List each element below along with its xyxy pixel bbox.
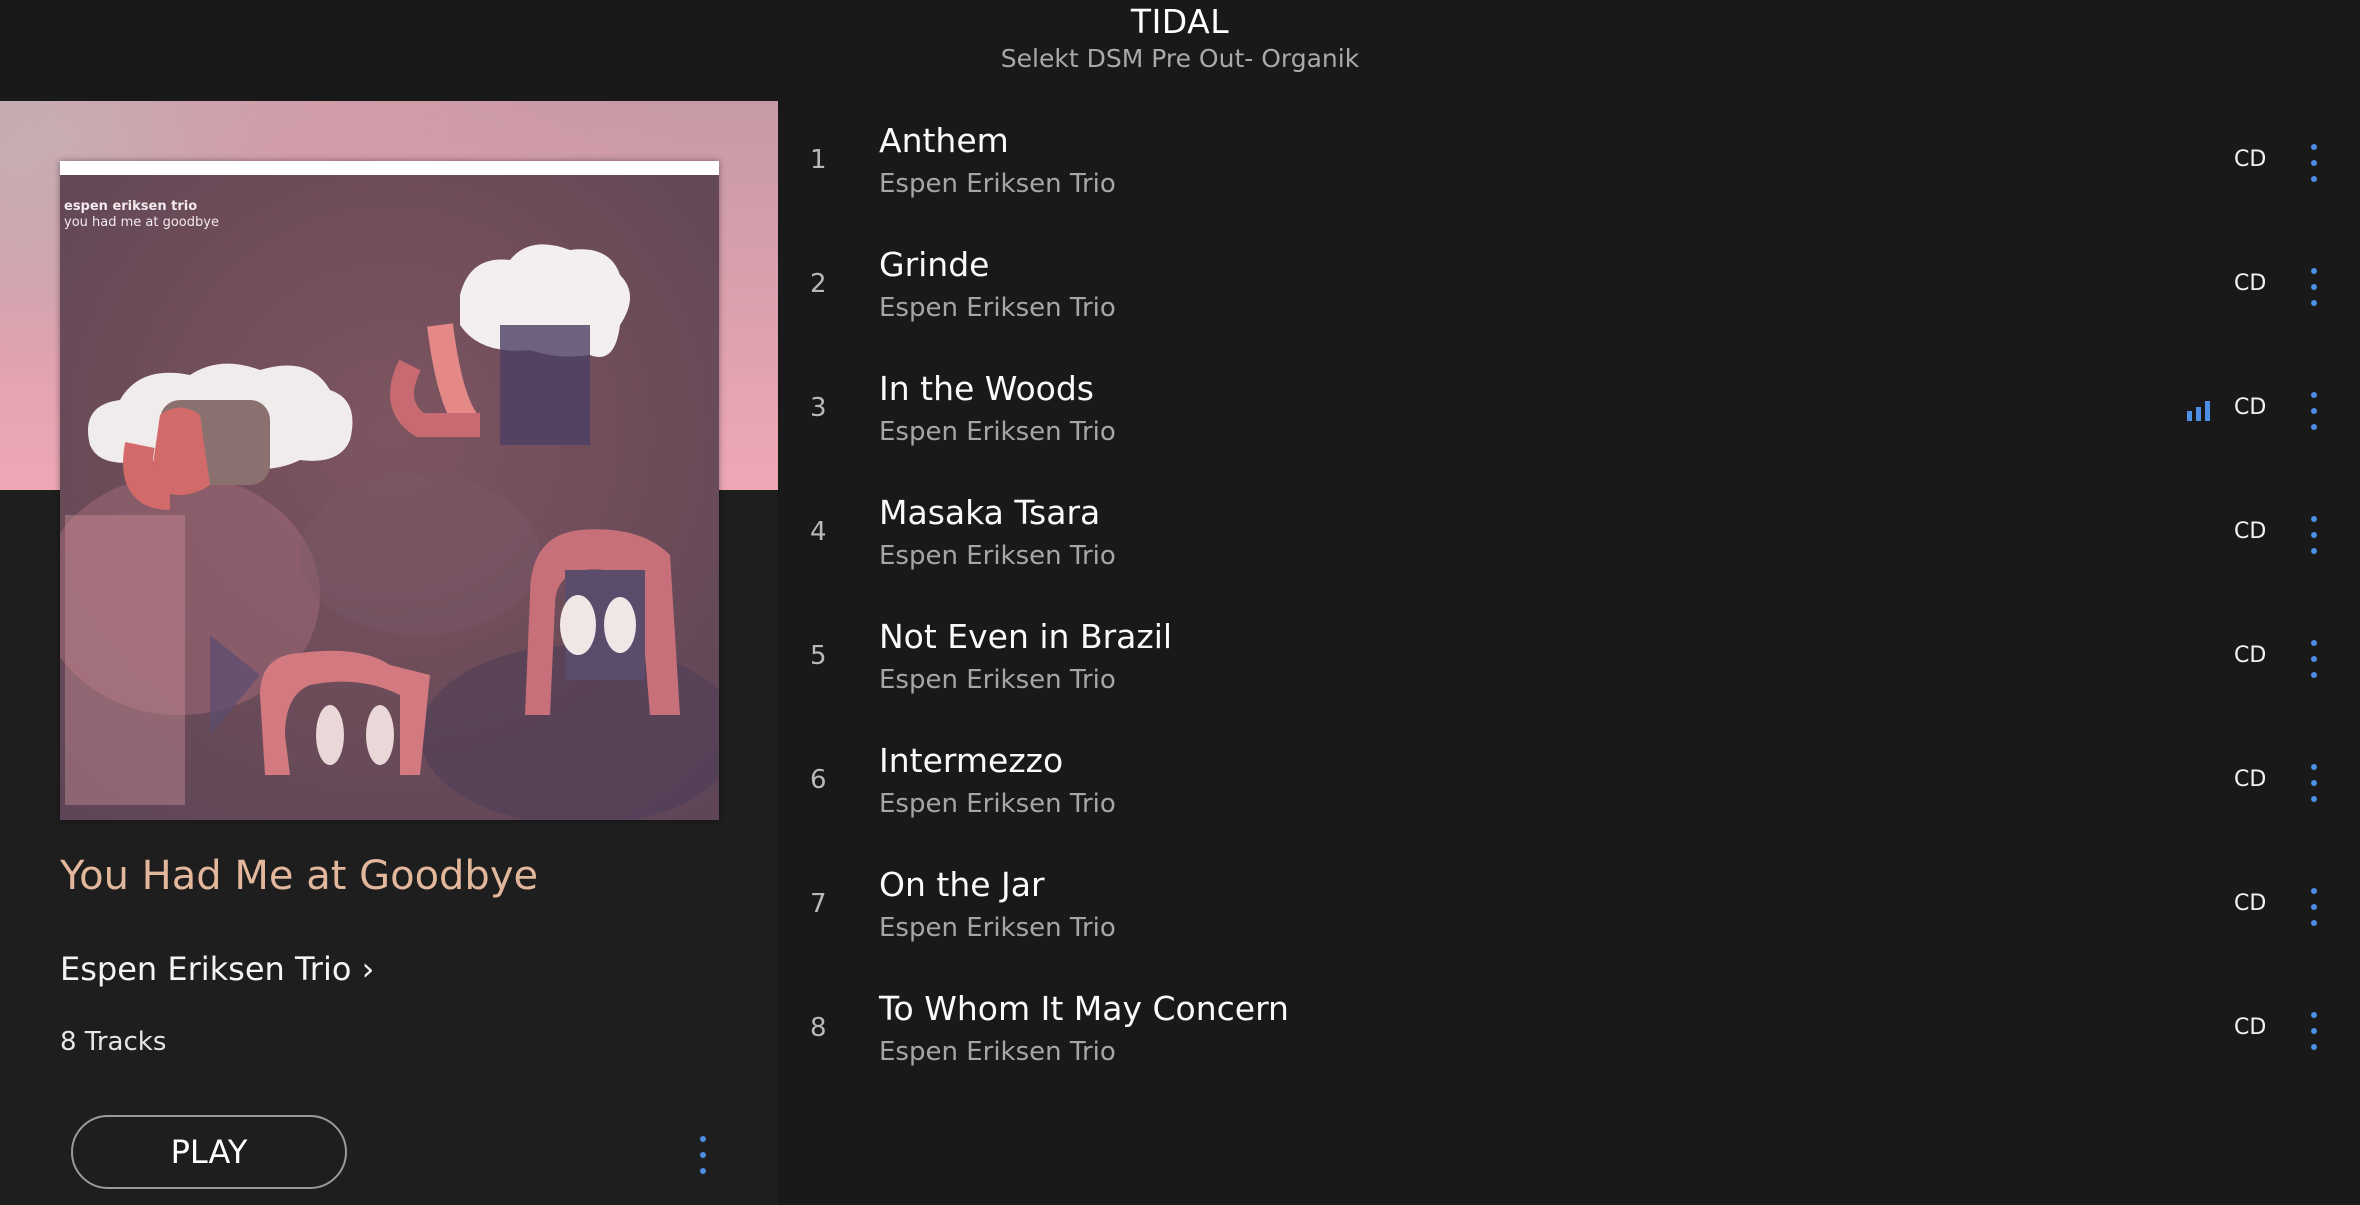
track-artist: Espen Eriksen Trio: [879, 1037, 1116, 1067]
track-title: Masaka Tsara: [879, 493, 1101, 532]
album-more-options-icon[interactable]: [695, 1133, 711, 1177]
track-title: Not Even in Brazil: [879, 617, 1173, 656]
track-row[interactable]: 7 On the Jar Espen Eriksen Trio CD: [778, 845, 2360, 969]
track-artist: Espen Eriksen Trio: [879, 417, 1116, 447]
quality-badge: CD: [2234, 767, 2267, 792]
track-number: 4: [810, 517, 827, 547]
album-panel: espen eriksen trio you had me at goodbye…: [0, 101, 778, 1205]
track-artist: Espen Eriksen Trio: [879, 541, 1116, 571]
album-title: You Had Me at Goodbye: [60, 853, 539, 899]
track-title: Anthem: [879, 121, 1009, 160]
track-more-options-icon[interactable]: [2306, 637, 2322, 681]
track-number: 5: [810, 641, 827, 671]
track-artist: Espen Eriksen Trio: [879, 913, 1116, 943]
track-number: 2: [810, 269, 827, 299]
track-more-options-icon[interactable]: [2306, 141, 2322, 185]
track-row[interactable]: 1 Anthem Espen Eriksen Trio CD: [778, 101, 2360, 225]
quality-badge: CD: [2234, 519, 2267, 544]
track-more-options-icon[interactable]: [2306, 265, 2322, 309]
track-more-options-icon[interactable]: [2306, 389, 2322, 433]
cover-artist-text: espen eriksen trio: [64, 199, 198, 214]
now-playing-equalizer-icon: [2187, 401, 2211, 421]
track-title: On the Jar: [879, 865, 1045, 904]
track-row[interactable]: 3 In the Woods Espen Eriksen Trio CD: [778, 349, 2360, 473]
track-number: 7: [810, 889, 827, 919]
track-list: 1 Anthem Espen Eriksen Trio CD 2 Grinde …: [778, 101, 2360, 1205]
track-number: 8: [810, 1013, 827, 1043]
output-device-name[interactable]: Selekt DSM Pre Out- Organik: [0, 44, 2360, 73]
track-number: 1: [810, 145, 827, 175]
track-artist: Espen Eriksen Trio: [879, 169, 1116, 199]
track-more-options-icon[interactable]: [2306, 885, 2322, 929]
track-artist: Espen Eriksen Trio: [879, 789, 1116, 819]
track-row[interactable]: 8 To Whom It May Concern Espen Eriksen T…: [778, 969, 2360, 1093]
quality-badge: CD: [2234, 147, 2267, 172]
track-row[interactable]: 6 Intermezzo Espen Eriksen Trio CD: [778, 721, 2360, 845]
track-title: Intermezzo: [879, 741, 1064, 780]
cover-painting: [60, 175, 719, 820]
track-more-options-icon[interactable]: [2306, 513, 2322, 557]
album-cover-art[interactable]: espen eriksen trio you had me at goodbye: [60, 161, 719, 820]
track-row[interactable]: 5 Not Even in Brazil Espen Eriksen Trio …: [778, 597, 2360, 721]
top-bar: TIDAL Selekt DSM Pre Out- Organik: [0, 0, 2360, 101]
quality-badge: CD: [2234, 1015, 2267, 1040]
track-number: 6: [810, 765, 827, 795]
cover-album-text: you had me at goodbye: [64, 215, 219, 230]
quality-badge: CD: [2234, 643, 2267, 668]
track-title: Grinde: [879, 245, 990, 284]
track-number: 3: [810, 393, 827, 423]
quality-badge: CD: [2234, 891, 2267, 916]
track-row[interactable]: 2 Grinde Espen Eriksen Trio CD: [778, 225, 2360, 349]
track-artist: Espen Eriksen Trio: [879, 293, 1116, 323]
service-title: TIDAL: [1130, 2, 1230, 41]
track-more-options-icon[interactable]: [2306, 761, 2322, 805]
artist-link[interactable]: Espen Eriksen Trio ›: [60, 950, 374, 988]
track-row[interactable]: 4 Masaka Tsara Espen Eriksen Trio CD: [778, 473, 2360, 597]
track-artist: Espen Eriksen Trio: [879, 665, 1116, 695]
quality-badge: CD: [2234, 271, 2267, 296]
quality-badge: CD: [2234, 395, 2267, 420]
play-button[interactable]: PLAY: [71, 1115, 347, 1189]
track-title: To Whom It May Concern: [879, 989, 1289, 1028]
track-more-options-icon[interactable]: [2306, 1009, 2322, 1053]
track-title: In the Woods: [879, 369, 1094, 408]
track-count: 8 Tracks: [60, 1027, 167, 1057]
